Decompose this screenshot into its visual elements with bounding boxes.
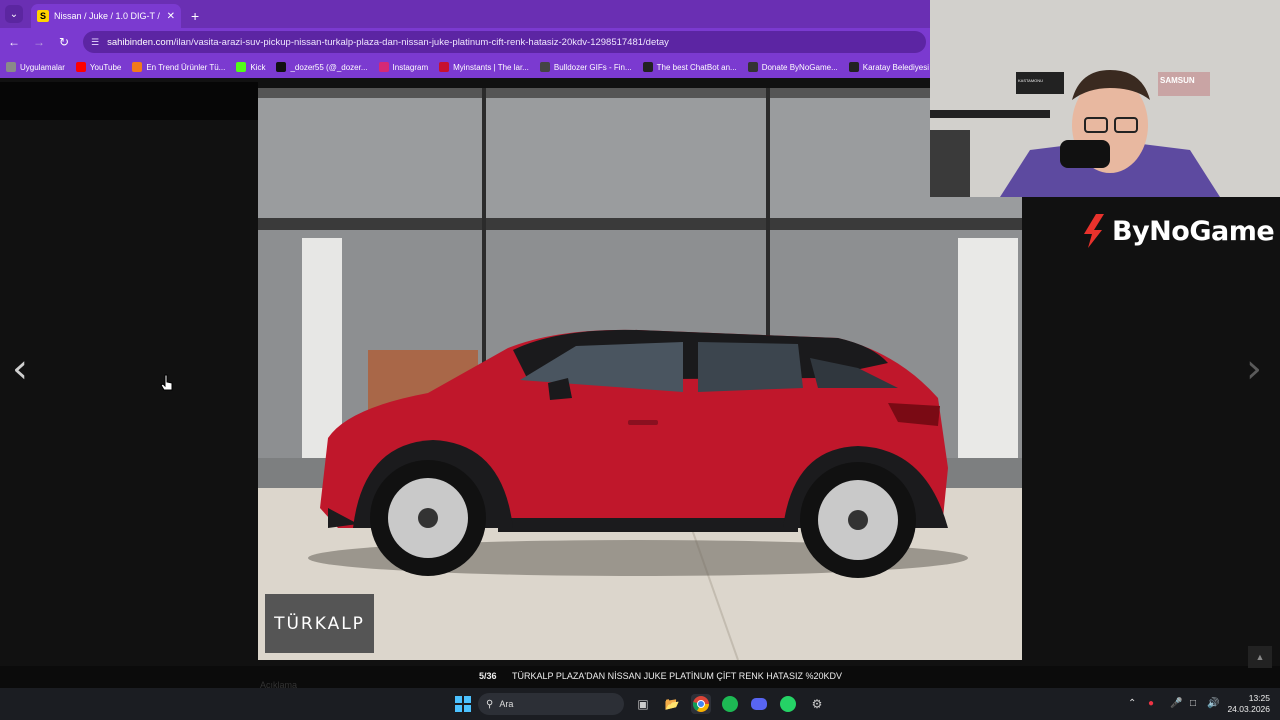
- instagram-icon: [378, 62, 389, 72]
- tray-chevron-up-icon[interactable]: ⌃: [1128, 698, 1136, 709]
- clock-time: 13:25: [1248, 693, 1270, 703]
- page-header-strip: [0, 82, 258, 120]
- previous-photo-chevron-icon[interactable]: ‹: [12, 346, 28, 392]
- scroll-to-top-button[interactable]: ▲: [1248, 646, 1272, 668]
- bookmark-item[interactable]: Instagram: [378, 62, 429, 72]
- bookmarks-bar: Uygulamalar YouTube En Trend Ürünler Tü...…: [0, 56, 930, 78]
- bookmark-item[interactable]: _dozer55 (@_dozer...: [276, 62, 368, 72]
- microphone-icon[interactable]: 🎤: [1170, 698, 1182, 709]
- tray-app-icon[interactable]: ●: [1148, 698, 1154, 709]
- windows-taskbar: ⚲ Ara ▣ 📂 ⚙ ⌃ ● 🎤 □ 🔊 13:25 24.03.2026: [0, 688, 1280, 720]
- next-photo-chevron-icon[interactable]: ›: [1246, 346, 1262, 392]
- kick-icon: [236, 62, 247, 72]
- reload-icon[interactable]: ↻: [53, 35, 75, 49]
- bookmark-label: Karatay Belediyesi: [862, 62, 930, 72]
- close-tab-icon[interactable]: ✕: [167, 11, 175, 22]
- bookmark-item[interactable]: YouTube: [75, 62, 122, 72]
- windows-start-icon[interactable]: [453, 694, 473, 714]
- url-text: sahibinden.com/ilan/vasita-arazi-suv-pic…: [107, 37, 669, 48]
- dealer-logo-badge: TÜRKALP: [265, 594, 374, 653]
- bookmark-label: Bulldozer GIFs - Fin...: [553, 62, 632, 72]
- webcam-illustration: [930, 0, 1280, 197]
- webcam-overlay: SAMSUN KASTAMONU: [930, 0, 1280, 197]
- address-bar[interactable]: ☰ sahibinden.com/ilan/vasita-arazi-suv-p…: [83, 31, 926, 53]
- search-label: Ara: [499, 699, 514, 709]
- sahibinden-favicon-icon: S: [37, 10, 49, 22]
- taskbar-search[interactable]: ⚲ Ara: [478, 693, 624, 715]
- webcam-sign-samsun: SAMSUN: [1160, 76, 1195, 85]
- apps-icon: [6, 62, 16, 72]
- active-tab[interactable]: S Nissan / Juke / 1.0 DIG-T / Platinum ✕: [31, 4, 181, 28]
- bynogame-bolt-icon: [1084, 214, 1104, 248]
- myinstants-icon: [439, 62, 450, 72]
- youtube-icon: [75, 62, 86, 72]
- bookmark-item[interactable]: Donate ByNoGame...: [747, 62, 838, 72]
- whatsapp-icon[interactable]: [778, 694, 798, 714]
- bookmark-item[interactable]: Bulldozer GIFs - Fin...: [539, 62, 632, 72]
- bookmark-item[interactable]: En Trend Ürünler Tü...: [132, 62, 225, 72]
- forward-arrow-icon[interactable]: →: [28, 35, 50, 49]
- bookmark-item[interactable]: Kick: [236, 62, 265, 72]
- bookmark-item[interactable]: Uygulamalar: [6, 62, 65, 72]
- gallery-photo[interactable]: TÜRKALP: [258, 88, 1022, 660]
- task-view-icon[interactable]: ▣: [633, 694, 653, 714]
- site-info-icon[interactable]: ☰: [91, 37, 99, 48]
- bookmark-label: The best ChatBot an...: [656, 62, 737, 72]
- search-icon: ⚲: [486, 698, 494, 710]
- tiktok-icon: [276, 62, 287, 72]
- browser-toolbar: ← → ↻ ☰ sahibinden.com/ilan/vasita-arazi…: [0, 28, 930, 56]
- file-explorer-icon[interactable]: 📂: [662, 694, 682, 714]
- volume-icon[interactable]: 🔊: [1207, 698, 1219, 709]
- bookmark-label: Instagram: [392, 62, 429, 72]
- rear-wheel: [800, 462, 916, 578]
- webcam-sign-kastamonu: KASTAMONU: [1018, 78, 1044, 83]
- bookmark-label: YouTube: [89, 62, 122, 72]
- gallery-caption-bar: 5/36 TÜRKALP PLAZA'DAN NİSSAN JUKE PLATİ…: [0, 666, 1280, 688]
- bynogame-wordmark: ByNoGame: [1112, 215, 1275, 247]
- new-tab-plus-icon[interactable]: +: [191, 8, 199, 24]
- page-icon: [539, 62, 550, 72]
- bookmark-item[interactable]: The best ChatBot an...: [642, 62, 737, 72]
- app-settings-icon[interactable]: ⚙: [807, 694, 827, 714]
- car-photo-illustration: [258, 88, 1022, 660]
- bynogame-icon: [747, 62, 758, 72]
- side-panel: [1022, 196, 1280, 720]
- bookmark-label: Myinstants | The lar...: [453, 62, 529, 72]
- trendyol-icon: [132, 62, 143, 72]
- bookmark-label: _dozer55 (@_dozer...: [290, 62, 368, 72]
- chatbot-icon: [642, 62, 653, 72]
- hand-cursor-icon: [160, 374, 173, 391]
- bookmark-item[interactable]: Karatay Belediyesi: [848, 62, 930, 72]
- clock-date: 24.03.2026: [1227, 704, 1270, 714]
- discord-icon[interactable]: [749, 694, 769, 714]
- back-arrow-icon[interactable]: ←: [3, 35, 25, 49]
- tab-search-chevron-icon[interactable]: ⌄: [5, 5, 23, 23]
- check-icon: [848, 62, 859, 72]
- bookmark-item[interactable]: Myinstants | The lar...: [439, 62, 529, 72]
- bookmark-label: Kick: [250, 62, 266, 72]
- spotify-icon[interactable]: [720, 694, 740, 714]
- photo-caption: TÜRKALP PLAZA'DAN NİSSAN JUKE PLATİNUM Ç…: [512, 671, 842, 681]
- bynogame-logo: ByNoGame: [1082, 214, 1275, 248]
- tab-strip: ⌄ S Nissan / Juke / 1.0 DIG-T / Platinum…: [0, 0, 930, 28]
- dealer-logo-text: TÜRKALP: [274, 613, 365, 634]
- network-icon[interactable]: □: [1190, 698, 1196, 709]
- bookmark-label: En Trend Ürünler Tü...: [146, 62, 226, 72]
- front-wheel: [370, 460, 486, 576]
- taskbar-clock[interactable]: 13:25 24.03.2026: [1226, 693, 1270, 715]
- tab-title: Nissan / Juke / 1.0 DIG-T / Platinum: [54, 11, 163, 21]
- photo-counter: 5/36: [479, 671, 497, 681]
- url-path: /ilan/vasita-arazi-suv-pickup-nissan-tur…: [173, 36, 669, 48]
- bookmark-label: Uygulamalar: [20, 62, 65, 72]
- bookmark-label: Donate ByNoGame...: [761, 62, 838, 72]
- chrome-icon[interactable]: [691, 694, 711, 714]
- url-domain: sahibinden.com: [107, 36, 174, 48]
